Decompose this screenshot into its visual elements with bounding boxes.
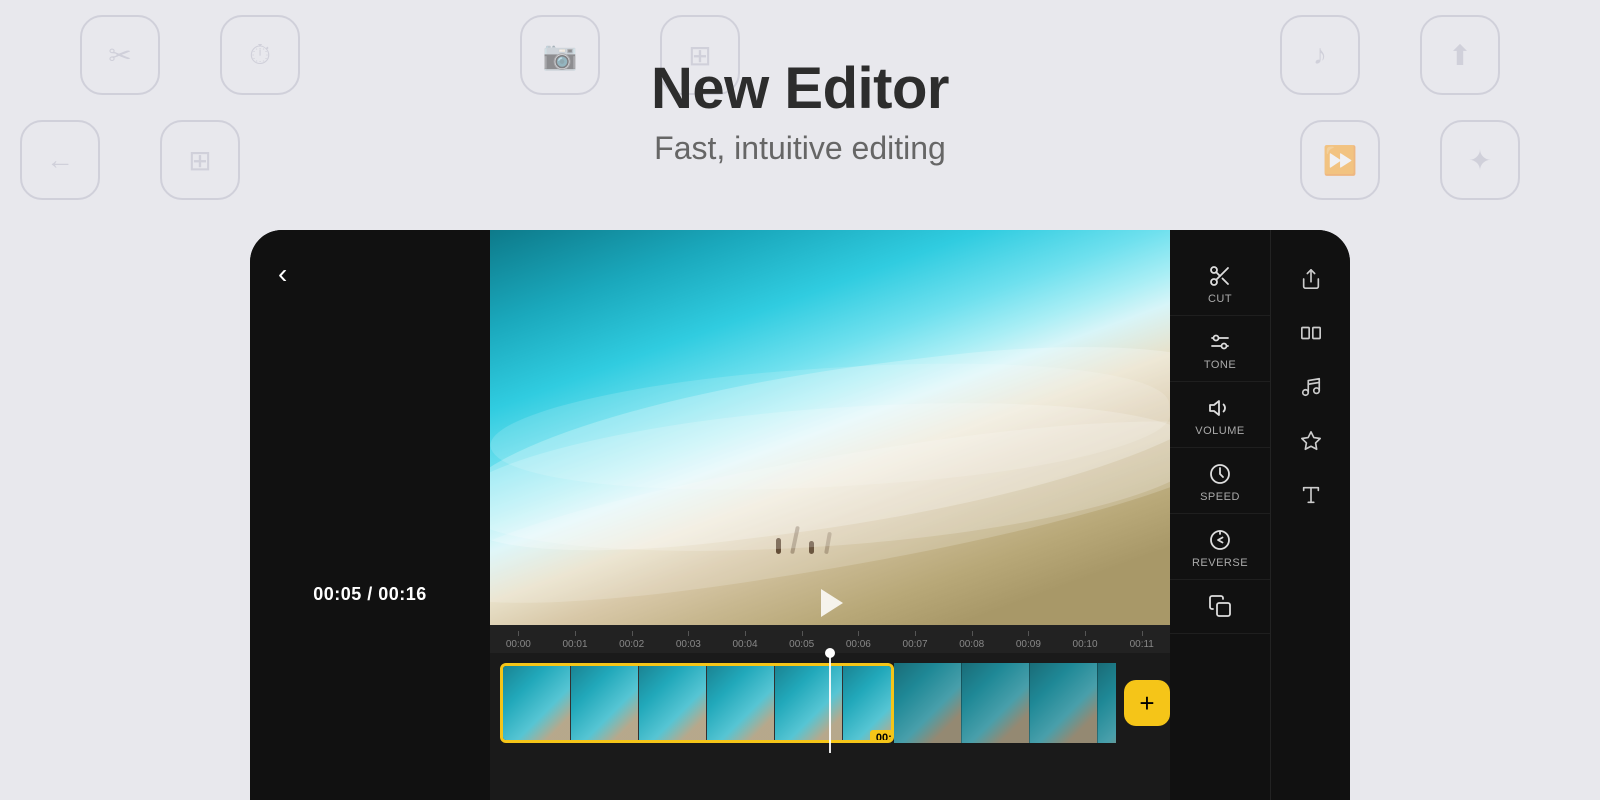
clip-frame-2: [571, 666, 639, 743]
playhead: [829, 653, 831, 753]
clip-frame-4: [707, 666, 775, 743]
effects-tool[interactable]: [1271, 412, 1350, 466]
scissors-icon: [1208, 264, 1232, 288]
effects-icon: [1300, 430, 1322, 452]
music-icon: [1300, 376, 1322, 398]
clip-frame-6: 00:06: [843, 666, 894, 743]
mark-2: 00:02: [603, 639, 660, 650]
page-title: New Editor: [0, 55, 1600, 122]
speaker-icon: [1208, 396, 1232, 420]
back-button[interactable]: ‹: [278, 258, 287, 290]
clip-frame-bg-5: [775, 666, 842, 743]
timeline-area: 00:00 00:01 00:02 00:03 00:04 00:05 00:0…: [490, 625, 1170, 800]
volume-tool[interactable]: VOLUME: [1170, 382, 1270, 448]
tone-label: TONE: [1204, 359, 1236, 371]
beach-figures: [776, 526, 830, 554]
shadow-1: [790, 526, 800, 554]
person-1: [776, 538, 781, 554]
play-button[interactable]: [808, 581, 852, 625]
cut-label: CUT: [1208, 293, 1232, 305]
volume-label: VOLUME: [1195, 425, 1244, 437]
extra-frame-2: [962, 663, 1030, 743]
mark-8: 00:08: [943, 639, 1000, 650]
right-toolbar-primary: CUT TONE VOLUME: [1170, 230, 1270, 800]
extra-frame-4: [1098, 663, 1116, 743]
clip-frame-3: [639, 666, 707, 743]
mark-9: 00:09: [1000, 639, 1057, 650]
mark-1: 00:01: [547, 639, 604, 650]
clip-frame-bg-3: [639, 666, 706, 743]
selected-clip[interactable]: 00:06: [500, 663, 894, 743]
split-icon: [1300, 322, 1322, 344]
sliders-icon: [1208, 330, 1232, 354]
speed-icon: [1208, 462, 1232, 486]
page-subtitle: Fast, intuitive editing: [0, 130, 1600, 167]
left-panel: ‹ 00:05 / 00:16: [250, 230, 490, 800]
tone-tool[interactable]: TONE: [1170, 316, 1270, 382]
mark-7: 00:07: [887, 639, 944, 650]
clip-frame-bg-4: [707, 666, 774, 743]
add-clip-button[interactable]: +: [1124, 680, 1170, 726]
clip-frame-1: [503, 666, 571, 743]
clip-timestamp: 00:06: [870, 730, 894, 743]
copy-icon: [1208, 594, 1232, 618]
mark-10: 00:10: [1057, 639, 1114, 650]
play-icon: [821, 589, 843, 617]
split-tool[interactable]: [1271, 304, 1350, 358]
copy-tool[interactable]: [1170, 580, 1270, 634]
person-2: [809, 541, 814, 554]
video-frame: [490, 230, 1170, 625]
mark-0: 00:00: [490, 639, 547, 650]
mark-4: 00:04: [717, 639, 774, 650]
clip-frame-5: [775, 666, 843, 743]
share-tool[interactable]: [1271, 250, 1350, 304]
reverse-icon: [1208, 528, 1232, 552]
text-icon: [1300, 484, 1322, 506]
right-toolbar-secondary: [1270, 230, 1350, 800]
extra-frame-1: [894, 663, 962, 743]
speed-label: SPEED: [1200, 491, 1240, 503]
share-icon: [1300, 268, 1322, 290]
reverse-label: REVERSE: [1192, 557, 1248, 569]
mark-5: 00:05: [773, 639, 830, 650]
cut-tool[interactable]: CUT: [1170, 250, 1270, 316]
mark-11: 00:11: [1113, 639, 1170, 650]
clip-frame-bg-2: [571, 666, 638, 743]
mark-3: 00:03: [660, 639, 717, 650]
time-display: 00:05 / 00:16: [250, 584, 490, 605]
reverse-tool[interactable]: REVERSE: [1170, 514, 1270, 580]
mark-6: 00:06: [830, 639, 887, 650]
clips-strip: 00:06 +: [490, 653, 1170, 753]
speed-tool[interactable]: SPEED: [1170, 448, 1270, 514]
page-header: New Editor Fast, intuitive editing: [0, 0, 1600, 167]
main-content: 00:00 00:01 00:02 00:03 00:04 00:05 00:0…: [490, 230, 1170, 800]
text-tool[interactable]: [1271, 466, 1350, 520]
video-player: 00:00 00:01 00:02 00:03 00:04 00:05 00:0…: [490, 230, 1170, 800]
extra-clips: [894, 663, 1116, 743]
extra-frame-3: [1030, 663, 1098, 743]
clip-frame-bg-1: [503, 666, 570, 743]
device-frame: ‹ 00:05 / 00:16: [250, 230, 1350, 800]
music-tool[interactable]: [1271, 358, 1350, 412]
